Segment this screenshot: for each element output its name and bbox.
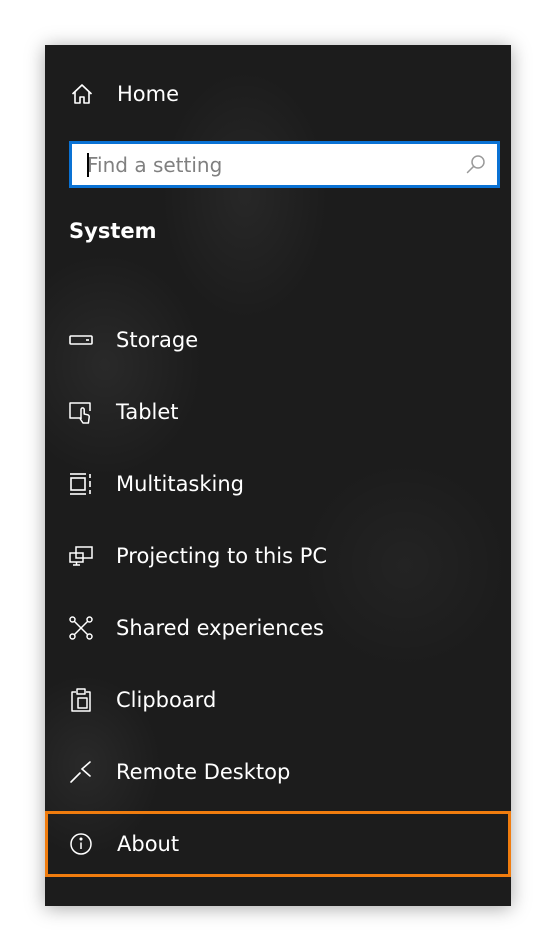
sidebar-item-label: Shared experiences: [116, 616, 324, 640]
section-title: System: [69, 219, 157, 243]
search-box[interactable]: [69, 141, 500, 188]
multitasking-icon: [67, 470, 95, 498]
search-input[interactable]: [72, 144, 467, 185]
settings-sidebar: Home System Storage Tablet: [45, 45, 511, 906]
sidebar-item-shared-experiences[interactable]: Shared experiences: [45, 596, 511, 660]
search-icon[interactable]: [465, 153, 487, 175]
tablet-icon: [67, 398, 95, 426]
sidebar-item-label: Storage: [116, 328, 199, 352]
sidebar-item-multitasking[interactable]: Multitasking: [45, 452, 511, 516]
sidebar-item-remote-desktop[interactable]: Remote Desktop: [45, 740, 511, 804]
sidebar-item-label: Tablet: [116, 400, 179, 424]
shared-experiences-icon: [67, 614, 95, 642]
sidebar-item-tablet[interactable]: Tablet: [45, 380, 511, 444]
info-icon: [67, 830, 95, 858]
sidebar-item-label: About: [117, 832, 180, 856]
sidebar-item-projecting[interactable]: Projecting to this PC: [45, 524, 511, 588]
sidebar-item-label: Projecting to this PC: [116, 544, 328, 568]
sidebar-item-clipboard[interactable]: Clipboard: [45, 668, 511, 732]
home-label: Home: [117, 82, 180, 106]
text-cursor: [87, 153, 89, 177]
clipboard-icon: [67, 686, 95, 714]
sidebar-item-about[interactable]: About: [45, 811, 511, 877]
sidebar-item-label: Multitasking: [116, 472, 245, 496]
remote-desktop-icon: [67, 758, 95, 786]
home-nav-item[interactable]: Home: [69, 76, 179, 112]
projecting-icon: [67, 542, 95, 570]
sidebar-item-label: Remote Desktop: [116, 760, 291, 784]
storage-icon: [67, 326, 95, 354]
home-icon: [69, 81, 95, 107]
sidebar-item-storage[interactable]: Storage: [45, 308, 511, 372]
sidebar-item-label: Clipboard: [116, 688, 217, 712]
